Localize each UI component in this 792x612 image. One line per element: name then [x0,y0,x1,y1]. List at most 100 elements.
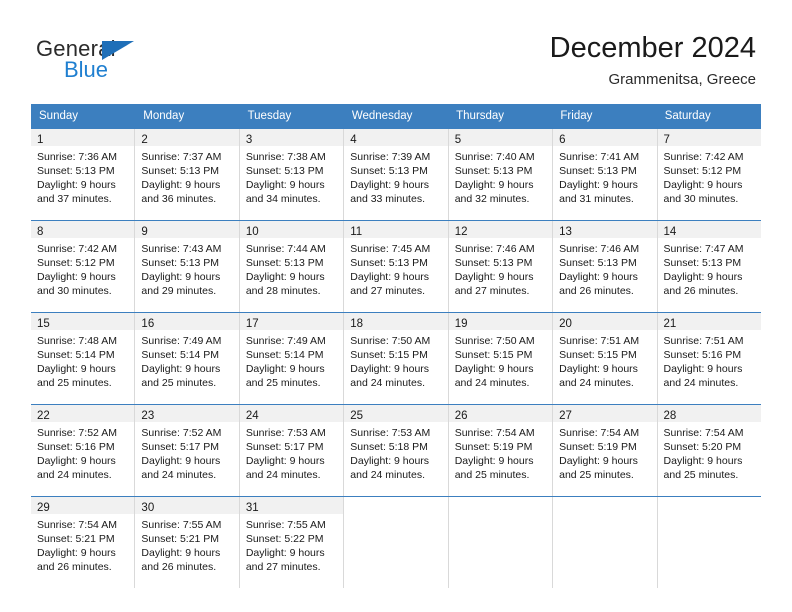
daylight-text-line2: and 30 minutes. [663,193,739,205]
calendar-grid: Sunday Monday Tuesday Wednesday Thursday Frid… [31,104,761,588]
day-number-band: 3 [239,129,344,146]
day-cell[interactable]: 21 Sunrise: 7:51 AM Sunset: 5:16 PM Dayligh… [656,313,761,404]
day-number: 15 [37,318,50,330]
sunrise-text: Sunrise: 7:55 AM [141,519,222,531]
sunset-text: Sunset: 5:12 PM [663,165,742,177]
daylight-text-line1: Daylight: 9 hours [454,455,534,467]
sunrise-text: Sunrise: 7:42 AM [37,243,117,255]
day-number: 7 [663,134,670,146]
sunrise-text: Sunrise: 7:43 AM [141,243,222,255]
sunset-text: Sunset: 5:13 PM [454,257,533,269]
daylight-text-line1: Daylight: 9 hours [559,179,638,191]
day-cell[interactable]: 16 Sunrise: 7:49 AM Sunset: 5:14 PM Dayligh… [134,313,239,404]
day-cell[interactable]: 7 Sunrise: 7:42 AM Sunset: 5:12 PM Daylight… [656,129,761,220]
day-cell[interactable]: 26 Sunrise: 7:54 AM Sunset: 5:19 PM Dayligh… [447,405,553,496]
daylight-text-line1: Daylight: 9 hours [454,363,534,375]
title-block: December 2024 Grammenitsa, Greece [336,30,756,91]
day-cell[interactable]: 10 Sunrise: 7:44 AM Sunset: 5:13 PM Dayligh… [238,221,344,312]
day-cell[interactable]: 29 Sunrise: 7:54 AM Sunset: 5:21 PM Dayligh… [31,497,135,588]
sunset-text: Sunset: 5:14 PM [141,349,220,361]
brand-logo[interactable]: General Blue [36,36,166,86]
day-cell[interactable]: 18 Sunrise: 7:50 AM Sunset: 5:15 PM Dayligh… [343,313,448,404]
sunset-text: Sunset: 5:13 PM [454,165,533,177]
weekday-header-saturday: Saturday [664,110,711,122]
weekday-header-monday: Monday [143,110,185,122]
day-details: Sunrise: 7:52 AM Sunset: 5:16 PM Daylight:… [31,422,134,482]
daylight-text-line2: and 26 minutes. [37,561,112,573]
day-number-band: 16 [135,313,239,330]
day-details: Sunrise: 7:45 AM Sunset: 5:13 PM Daylight:… [344,238,447,298]
day-cell[interactable]: 8 Sunrise: 7:42 AM Sunset: 5:12 PM Daylight… [31,221,135,312]
day-cell[interactable]: 25 Sunrise: 7:53 AM Sunset: 5:18 PM Dayligh… [343,405,448,496]
sunset-text: Sunset: 5:13 PM [559,165,637,177]
sunset-text: Sunset: 5:13 PM [245,165,324,177]
day-cell[interactable]: 13 Sunrise: 7:46 AM Sunset: 5:13 PM Dayligh… [552,221,657,312]
sunrise-text: Sunrise: 7:49 AM [141,335,222,347]
day-cell[interactable]: 12 Sunrise: 7:46 AM Sunset: 5:13 PM Dayligh… [447,221,553,312]
day-cell[interactable]: 5 Sunrise: 7:40 AM Sunset: 5:13 PM Daylight… [447,129,553,220]
day-cell[interactable]: 23 Sunrise: 7:52 AM Sunset: 5:17 PM Dayligh… [134,405,239,496]
daylight-text-line2: and 24 minutes. [663,377,739,389]
sunset-text: Sunset: 5:19 PM [454,441,533,453]
day-cell[interactable]: 2 Sunrise: 7:37 AM Sunset: 5:13 PM Daylight… [134,129,239,220]
sunrise-text: Sunrise: 7:54 AM [559,427,640,439]
daylight-text-line1: Daylight: 9 hours [141,271,221,283]
day-cell[interactable]: 4 Sunrise: 7:39 AM Sunset: 5:13 PM Daylight… [343,129,448,220]
day-number-band: 2 [135,129,239,146]
day-number-band: 9 [135,221,239,238]
day-cell[interactable]: 6 Sunrise: 7:41 AM Sunset: 5:13 PM Daylight… [552,129,657,220]
day-number-band: 27 [553,405,657,422]
day-number-band: 17 [239,313,344,330]
day-cell[interactable]: 30 Sunrise: 7:55 AM Sunset: 5:21 PM Dayligh… [134,497,239,588]
day-number: 20 [559,318,572,330]
day-cell[interactable]: 22 Sunrise: 7:52 AM Sunset: 5:16 PM Dayligh… [31,405,135,496]
day-details: Sunrise: 7:46 AM Sunset: 5:13 PM Daylight:… [553,238,656,298]
weekday-header-row: Sunday Monday Tuesday Wednesday Thursday Frid… [31,104,761,129]
daylight-text-line2: and 24 minutes. [37,469,112,481]
sunrise-text: Sunrise: 7:50 AM [454,335,535,347]
daylight-text-line1: Daylight: 9 hours [663,455,743,467]
day-details: Sunrise: 7:51 AM Sunset: 5:16 PM Daylight:… [658,330,761,390]
day-cell[interactable]: 14 Sunrise: 7:47 AM Sunset: 5:13 PM Dayligh… [656,221,761,312]
day-cell[interactable]: 15 Sunrise: 7:48 AM Sunset: 5:14 PM Dayligh… [31,313,135,404]
day-cell[interactable]: 27 Sunrise: 7:54 AM Sunset: 5:19 PM Dayligh… [552,405,657,496]
daylight-text-line1: Daylight: 9 hours [454,271,534,283]
page-header: General Blue December 2024 Grammenitsa, … [0,0,792,100]
sunset-text: Sunset: 5:13 PM [141,165,220,177]
day-details: Sunrise: 7:53 AM Sunset: 5:17 PM Daylight:… [240,422,343,482]
daylight-text-line2: and 33 minutes. [350,193,425,205]
daylight-text-line2: and 27 minutes. [245,561,321,573]
day-cell[interactable]: 1 Sunrise: 7:36 AM Sunset: 5:13 PM Daylight… [31,129,135,220]
daylight-text-line2: and 26 minutes. [559,285,634,297]
day-cell[interactable]: 11 Sunrise: 7:45 AM Sunset: 5:13 PM Dayligh… [343,221,448,312]
day-cell[interactable]: 20 Sunrise: 7:51 AM Sunset: 5:15 PM Dayligh… [552,313,657,404]
day-number-band: 12 [448,221,553,238]
daylight-text-line2: and 37 minutes. [37,193,112,205]
day-details: Sunrise: 7:36 AM Sunset: 5:13 PM Daylight:… [31,146,134,206]
day-cell[interactable]: 31 Sunrise: 7:55 AM Sunset: 5:22 PM Dayligh… [238,497,344,588]
daylight-text-line1: Daylight: 9 hours [350,179,430,191]
calendar-week-row: 1 Sunrise: 7:36 AM Sunset: 5:13 PM Daylight… [31,129,761,220]
weekday-header-wednesday: Wednesday [351,110,413,122]
day-cell[interactable]: 3 Sunrise: 7:38 AM Sunset: 5:13 PM Daylight… [238,129,344,220]
day-number: 28 [663,410,677,422]
day-number-band [553,497,657,514]
day-details: Sunrise: 7:40 AM Sunset: 5:13 PM Daylight:… [449,146,552,206]
page-title: December 2024 [549,32,756,64]
day-number: 14 [663,226,677,238]
day-number-band [448,497,553,514]
day-cell[interactable]: 9 Sunrise: 7:43 AM Sunset: 5:13 PM Daylight… [134,221,239,312]
daylight-text-line2: and 24 minutes. [245,469,321,481]
daylight-text-line1: Daylight: 9 hours [141,179,221,191]
day-cell[interactable]: 24 Sunrise: 7:53 AM Sunset: 5:17 PM Dayligh… [238,405,344,496]
day-cell[interactable]: 19 Sunrise: 7:50 AM Sunset: 5:15 PM Dayligh… [447,313,553,404]
daylight-text-line1: Daylight: 9 hours [350,271,430,283]
day-details: Sunrise: 7:49 AM Sunset: 5:14 PM Daylight:… [240,330,343,390]
day-number: 30 [141,502,155,514]
day-details: Sunrise: 7:54 AM Sunset: 5:20 PM Daylight:… [658,422,761,482]
day-cell[interactable]: 17 Sunrise: 7:49 AM Sunset: 5:14 PM Dayligh… [238,313,344,404]
daylight-text-line2: and 24 minutes. [141,469,217,481]
day-cell[interactable]: 28 Sunrise: 7:54 AM Sunset: 5:20 PM Dayligh… [656,405,761,496]
day-details [553,514,656,518]
sunrise-text: Sunrise: 7:52 AM [141,427,222,439]
